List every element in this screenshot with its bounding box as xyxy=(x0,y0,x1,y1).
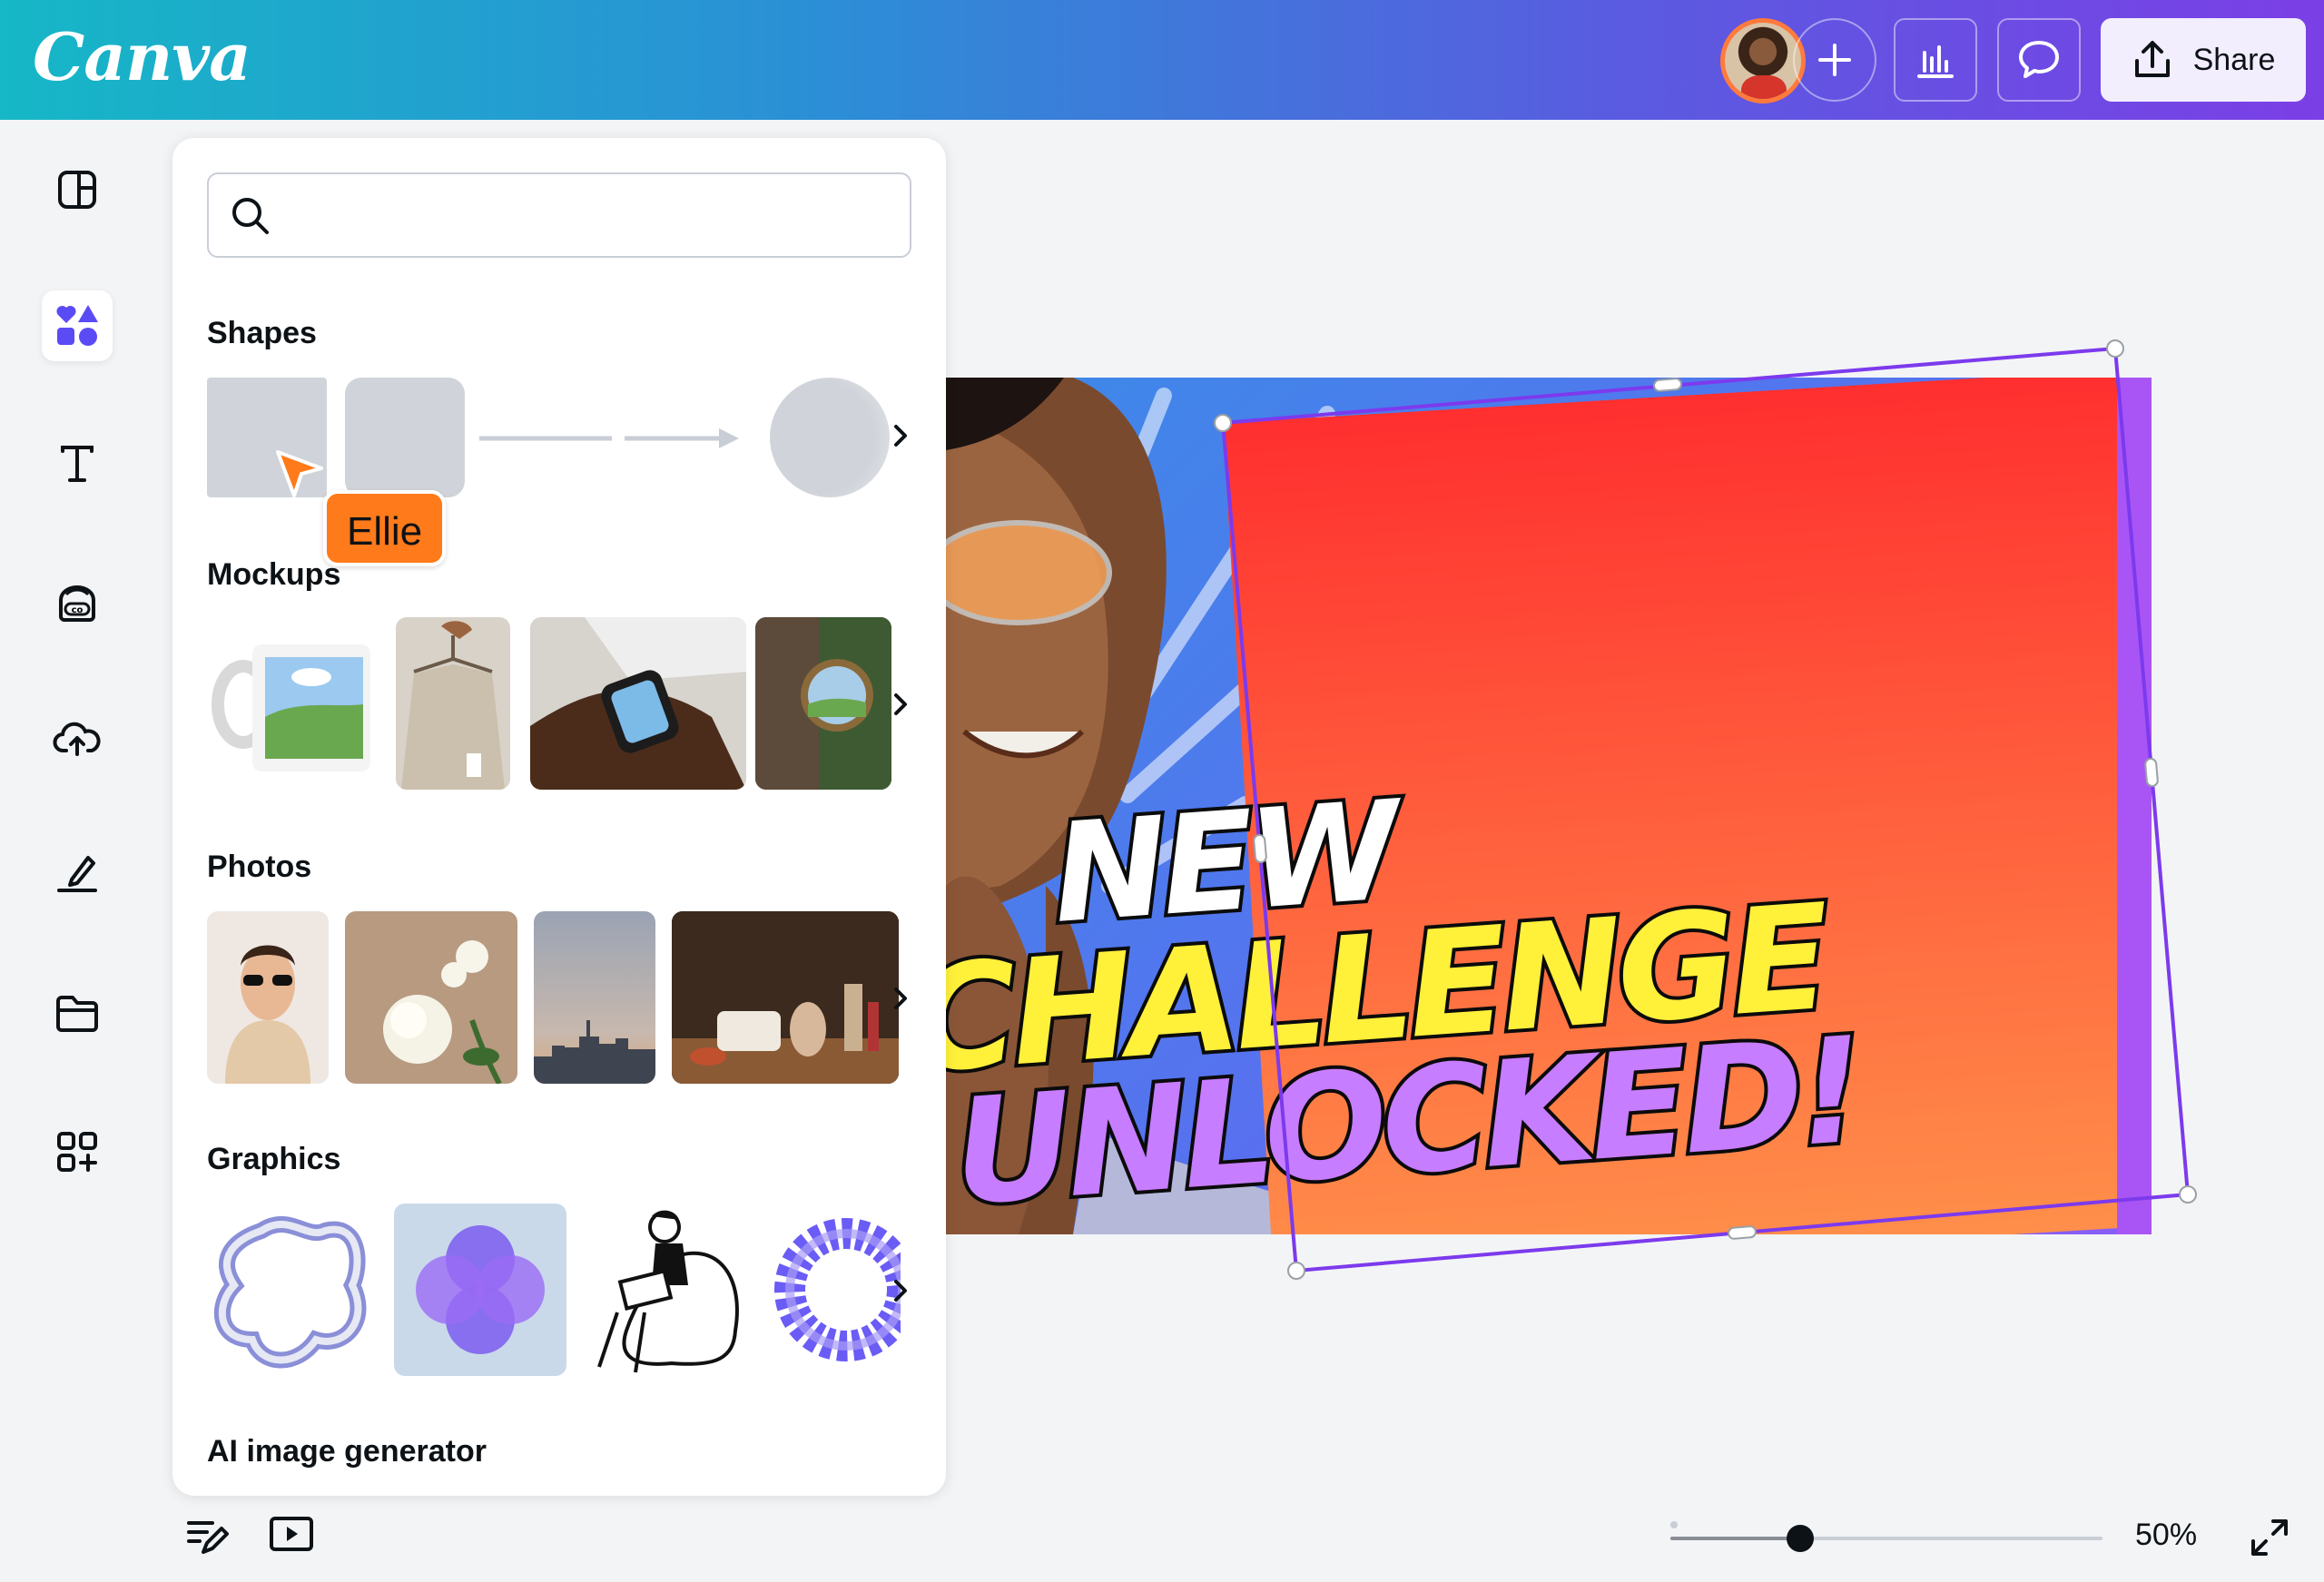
search-icon xyxy=(232,198,269,234)
canva-logo[interactable]: Canva xyxy=(33,18,251,95)
layout-icon xyxy=(58,171,96,209)
flowers-photo-image xyxy=(383,940,502,1084)
mockups-more-chevron[interactable] xyxy=(891,686,919,722)
share-label: Share xyxy=(2192,42,2276,77)
zoom-percentage[interactable]: 50% xyxy=(2135,1518,2197,1553)
zoom-min-dot xyxy=(1670,1521,1678,1528)
draw-icon xyxy=(57,856,97,892)
projects-icon xyxy=(56,996,98,1032)
mockup-mug[interactable] xyxy=(207,617,374,790)
chrome-blob-graphic xyxy=(214,1216,367,1369)
search-box[interactable] xyxy=(207,172,911,258)
shirt-mockup-image xyxy=(401,621,505,790)
mockup-watch[interactable] xyxy=(530,617,746,790)
graphic-purple-ring[interactable] xyxy=(764,1204,901,1376)
purple-ring-graphic xyxy=(774,1218,901,1361)
shape-lines[interactable] xyxy=(479,425,770,452)
purple-edge-strip xyxy=(2117,378,2152,1234)
section-title-graphics: Graphics xyxy=(207,1142,341,1176)
shape-rounded-square[interactable] xyxy=(345,378,465,497)
comment-icon xyxy=(2019,41,2059,78)
rail-design[interactable] xyxy=(42,154,113,225)
rail-apps[interactable] xyxy=(42,1116,113,1187)
upload-icon xyxy=(2134,41,2170,77)
watch-mockup-image xyxy=(530,617,746,790)
collaborator-name-tag: Ellie xyxy=(323,490,447,566)
search-input[interactable] xyxy=(281,183,899,247)
chevron-right-icon xyxy=(894,988,907,1009)
cosmetics-photo-image xyxy=(672,911,899,1084)
rail-brand[interactable]: co xyxy=(42,568,113,639)
mug-mockup-image xyxy=(212,644,370,771)
rail-elements[interactable] xyxy=(42,290,113,361)
mirror-mockup-image xyxy=(755,617,891,790)
skyline-photo-image xyxy=(534,1020,655,1084)
photo-cosmetics[interactable] xyxy=(672,911,899,1084)
insights-button[interactable] xyxy=(1894,18,1977,102)
purple-petals-graphic xyxy=(416,1225,545,1354)
notes-icon xyxy=(187,1521,229,1554)
photo-woman-sunglasses[interactable] xyxy=(207,911,329,1084)
zoom-slider[interactable] xyxy=(1670,1525,2102,1552)
brand-icon: co xyxy=(59,585,95,622)
fullscreen-button[interactable] xyxy=(2248,1516,2291,1564)
woman-photo-image xyxy=(225,945,310,1084)
design-canvas[interactable]: NEW CHALLENGE UNLOCKED! xyxy=(946,378,2152,1234)
uploads-icon xyxy=(53,722,101,756)
collaborator-cursor-icon xyxy=(276,450,323,497)
section-title-photos: Photos xyxy=(207,850,312,884)
chevron-right-icon xyxy=(894,425,907,447)
expand-icon xyxy=(2251,1519,2288,1556)
shape-circle[interactable] xyxy=(770,378,890,497)
rail-uploads[interactable] xyxy=(42,703,113,773)
section-title-mockups: Mockups xyxy=(207,557,341,592)
section-title-shapes: Shapes xyxy=(207,316,317,350)
present-button[interactable] xyxy=(269,1516,314,1557)
photo-flowers[interactable] xyxy=(345,911,517,1084)
top-bar: Canva Share xyxy=(0,0,2324,120)
rail-draw[interactable] xyxy=(42,839,113,909)
comments-button[interactable] xyxy=(1997,18,2081,102)
share-button[interactable]: Share xyxy=(2101,18,2306,102)
person-laptop-graphic xyxy=(597,1210,739,1373)
rail-projects[interactable] xyxy=(42,978,113,1049)
graphic-purple-petals[interactable] xyxy=(394,1204,566,1376)
mockup-mirror[interactable] xyxy=(755,617,891,790)
photo-city-skyline[interactable] xyxy=(534,911,655,1084)
plus-icon xyxy=(1818,44,1851,76)
graphic-person-laptop[interactable] xyxy=(581,1204,753,1376)
chart-icon xyxy=(1917,45,1954,78)
zoom-slider-fill xyxy=(1670,1537,1800,1540)
apps-icon xyxy=(57,1132,97,1172)
shapes-more-chevron[interactable] xyxy=(891,418,919,454)
notes-button[interactable] xyxy=(185,1516,229,1562)
add-collaborator-button[interactable] xyxy=(1793,18,1876,102)
elements-panel: Shapes Ellie Mockups Photos Graphics AI … xyxy=(172,138,946,1496)
text-icon xyxy=(61,446,94,482)
elements-icon xyxy=(56,305,98,346)
zoom-slider-handle[interactable] xyxy=(1787,1525,1814,1552)
mockup-shirt[interactable] xyxy=(396,617,510,790)
graphic-chrome-blob[interactable] xyxy=(207,1204,379,1376)
svg-text:co: co xyxy=(72,605,84,615)
graphics-more-chevron[interactable] xyxy=(891,1272,919,1309)
section-title-ai-image-generator: AI image generator xyxy=(207,1434,487,1469)
rail-text[interactable] xyxy=(42,428,113,499)
photos-more-chevron[interactable] xyxy=(891,980,919,1017)
play-icon xyxy=(270,1517,313,1551)
chevron-right-icon xyxy=(894,693,907,715)
chevron-right-icon xyxy=(894,1280,907,1302)
